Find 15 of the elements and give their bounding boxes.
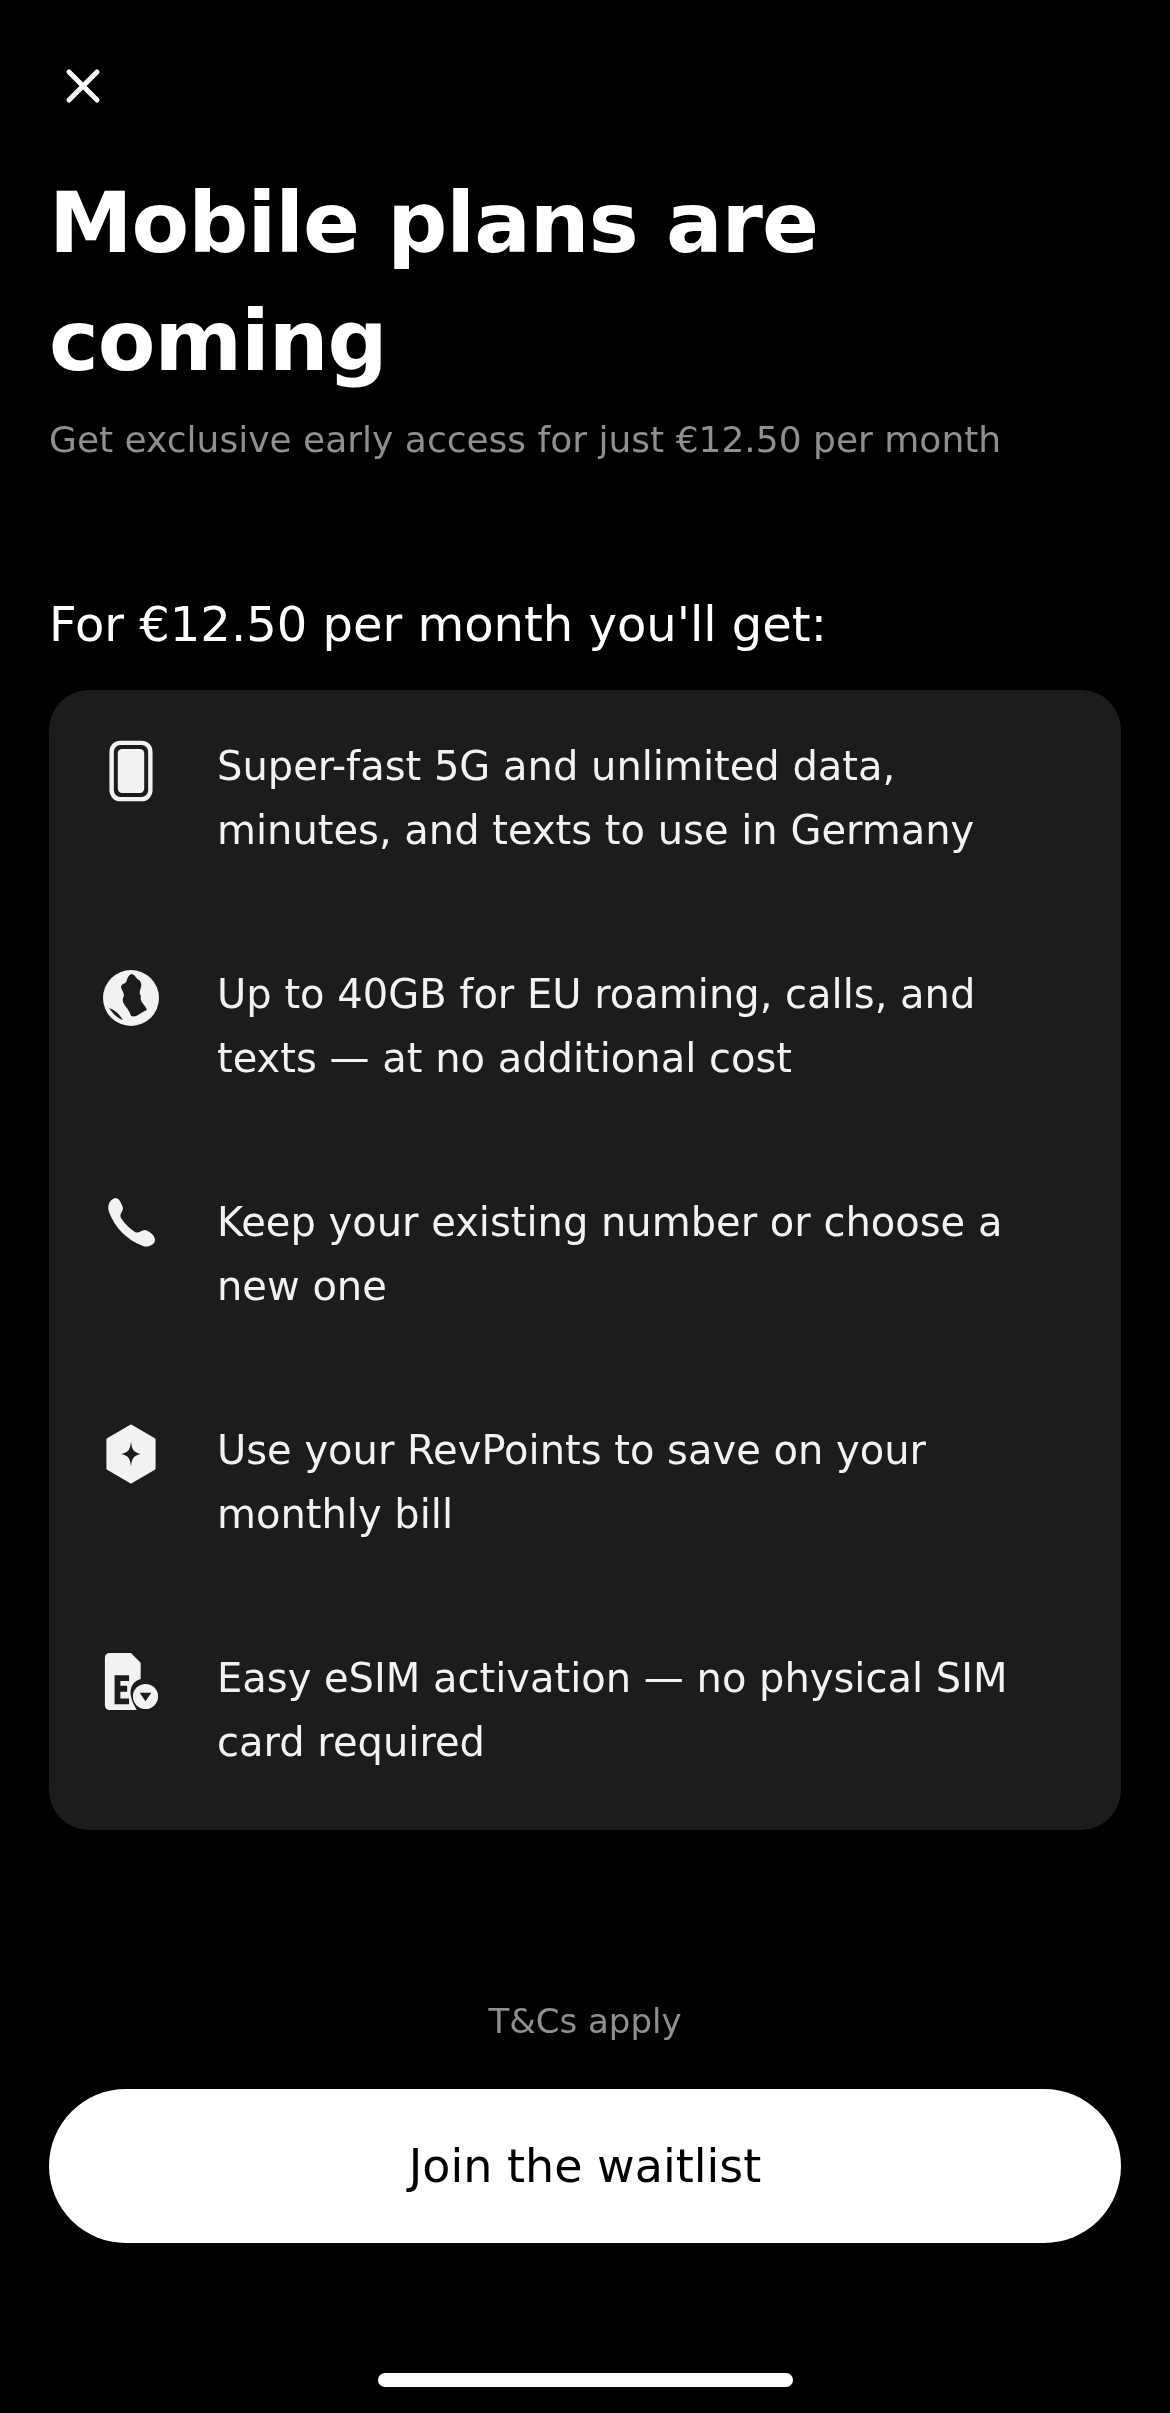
hexagon-star-icon xyxy=(104,1424,158,1484)
benefit-text: Keep your existing number or choose a new one xyxy=(217,1198,1004,1311)
benefit-text: Easy eSIM activation — no physical SIM card required xyxy=(217,1654,1009,1767)
globe-icon xyxy=(101,968,161,1028)
page-title: Mobile plans are coming xyxy=(49,173,819,392)
phone-icon xyxy=(109,740,153,802)
terms-text: T&Cs apply xyxy=(488,2001,682,2041)
join-waitlist-button[interactable]: Join the waitlist xyxy=(49,2089,1121,2243)
subtitle: Get exclusive early access for just €12.50 per month xyxy=(49,418,1003,462)
section-heading: For €12.50 per month you'll get: xyxy=(49,595,828,654)
benefit-text: Up to 40GB for EU roaming, calls, and texts — at no additional cost xyxy=(217,970,977,1083)
esim-card-icon xyxy=(102,1652,160,1712)
phone-handset-icon xyxy=(105,1196,157,1248)
benefit-text: Super-fast 5G and unlimited data, minutes, and texts to use in Germany xyxy=(217,742,976,855)
benefit-text: Use your RevPoints to save on your monthly bill xyxy=(217,1426,927,1539)
